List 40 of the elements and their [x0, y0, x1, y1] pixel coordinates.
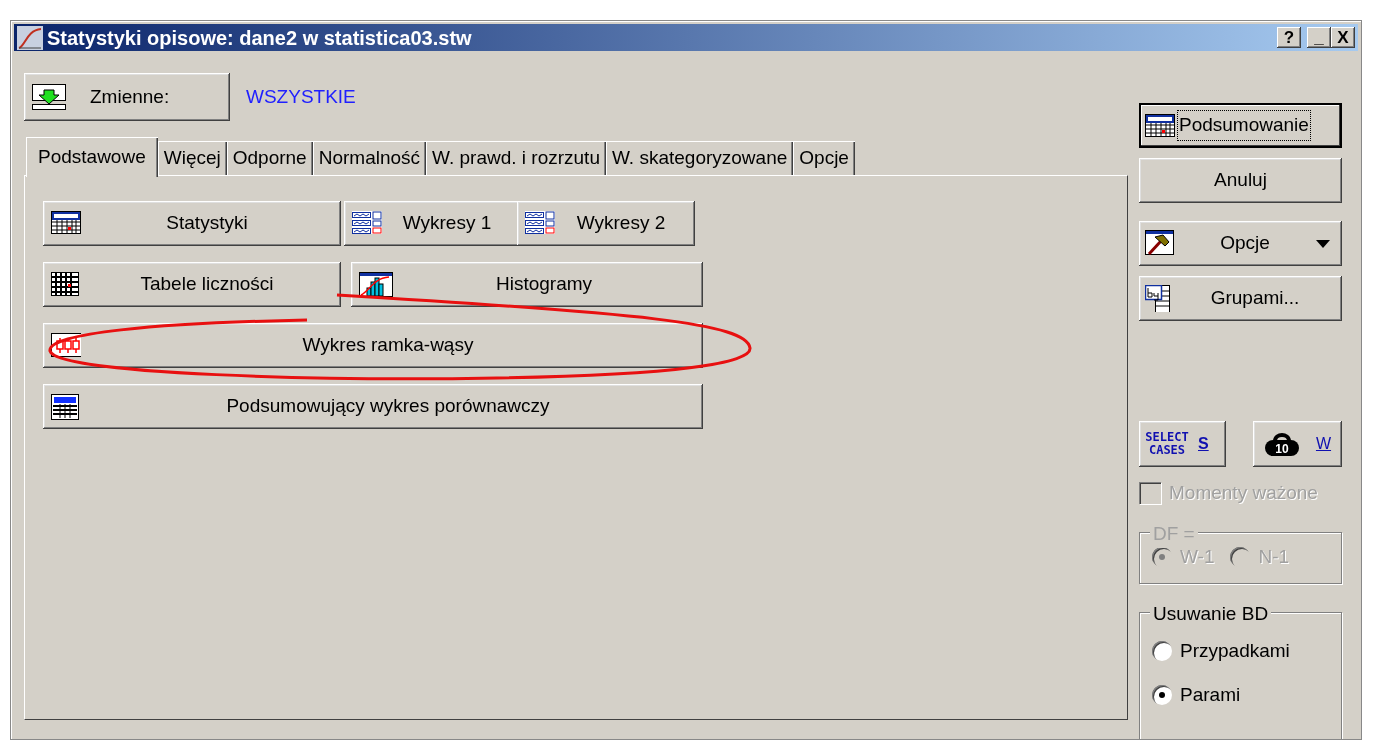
side-button[interactable]: Opcje — [1139, 221, 1342, 266]
side-button[interactable]: Podsumowanie — [1139, 103, 1342, 148]
tab[interactable]: Więcej — [157, 141, 227, 175]
panel-button[interactable]: Wykres ramka-wąsy — [43, 323, 703, 368]
tab[interactable]: Odporne — [226, 141, 313, 175]
app-icon — [17, 25, 43, 50]
radio-button[interactable] — [1152, 685, 1172, 706]
chart-grid-icon — [352, 210, 382, 237]
tab[interactable]: W. prawd. i rozrzutu — [426, 141, 606, 175]
histogram-icon — [359, 271, 393, 298]
hammer-icon — [1145, 230, 1174, 257]
caret-icon — [1316, 239, 1330, 248]
variables-button[interactable]: Zmienne: — [24, 73, 230, 121]
table-icon — [51, 393, 81, 420]
panel-button[interactable]: Histogramy — [351, 262, 703, 307]
weight-button[interactable]: 10 W — [1253, 421, 1342, 467]
panel-button[interactable]: Podsumowujący wykres porównawczy — [43, 384, 703, 429]
panel-button[interactable]: Wykresy 2 — [517, 201, 695, 246]
panel-button[interactable]: Statystyki — [43, 201, 341, 246]
side-button[interactable]: Grupami... — [1139, 276, 1342, 321]
help-button[interactable]: ? — [1277, 27, 1301, 48]
radio-button[interactable] — [1152, 640, 1172, 661]
tab[interactable]: Normalność — [312, 141, 427, 175]
close-button[interactable]: X — [1331, 27, 1355, 48]
chart-grid-icon — [525, 210, 555, 237]
tab[interactable]: Opcje — [793, 141, 855, 175]
window-title: Statystyki opisowe: dane2 w statistica03.stw — [47, 25, 472, 51]
arrow-down-icon — [32, 84, 66, 110]
radio-label: Przypadkami — [1180, 638, 1290, 663]
panel-button[interactable]: Tabele liczności — [43, 262, 341, 307]
spreadsheet-icon — [1145, 114, 1175, 137]
side-button[interactable]: Anuluj — [1139, 158, 1342, 203]
variables-value: WSZYSTKIE — [246, 84, 356, 109]
spreadsheet-icon — [51, 210, 81, 237]
tab[interactable]: W. skategoryzowane — [605, 141, 794, 175]
grid-icon — [51, 271, 81, 298]
minimize-button[interactable]: _ — [1307, 27, 1331, 48]
panel-button[interactable]: Wykresy 1 — [344, 201, 520, 246]
tab[interactable]: Podstawowe — [26, 137, 158, 177]
radio-label: Parami — [1180, 683, 1241, 707]
